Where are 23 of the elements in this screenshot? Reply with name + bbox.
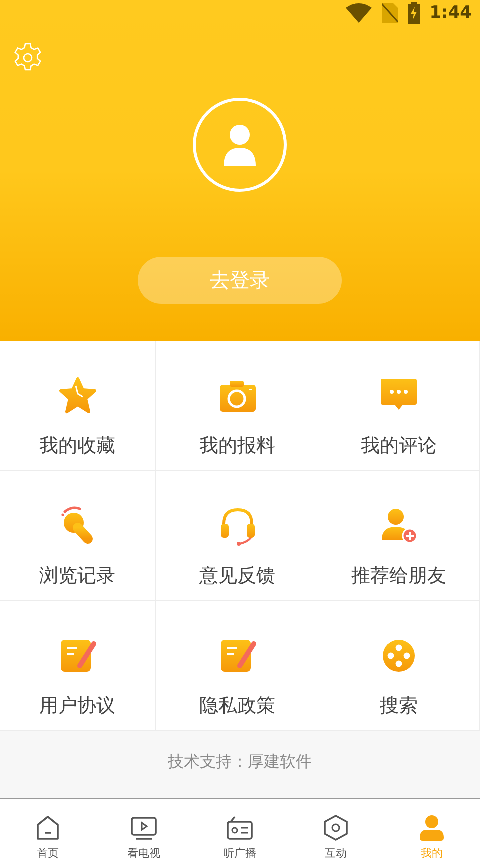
nav-tab[interactable]: 互动 — [288, 799, 384, 863]
menu-tile[interactable]: 我的收藏 — [0, 341, 156, 471]
menu-tile[interactable]: 我的评论 — [319, 341, 480, 471]
hexagon-icon — [322, 814, 350, 842]
menu-tile[interactable]: 意见反馈 — [156, 471, 319, 601]
person-icon — [418, 814, 446, 842]
home-icon — [34, 814, 62, 842]
no-sim-icon — [382, 3, 398, 23]
tech-support-text: 技术支持：厚建软件 — [168, 752, 312, 772]
nav-tab[interactable]: 听广播 — [192, 799, 288, 863]
tv-icon — [130, 814, 158, 842]
nav-tab[interactable]: 首页 — [0, 799, 96, 863]
battery-icon — [408, 2, 420, 24]
nav-tab[interactable]: 看电视 — [96, 799, 192, 863]
wifi-icon — [346, 3, 372, 23]
person-icon — [222, 124, 258, 166]
avatar[interactable] — [193, 98, 287, 192]
menu-tile[interactable]: 浏览记录 — [0, 471, 156, 601]
radio-icon — [226, 814, 254, 842]
status-time: 1:44 — [430, 3, 472, 23]
star-icon — [58, 376, 98, 416]
menu-tile[interactable]: 推荐给朋友 — [319, 471, 480, 601]
menu-tile[interactable]: 我的报料 — [156, 341, 319, 471]
